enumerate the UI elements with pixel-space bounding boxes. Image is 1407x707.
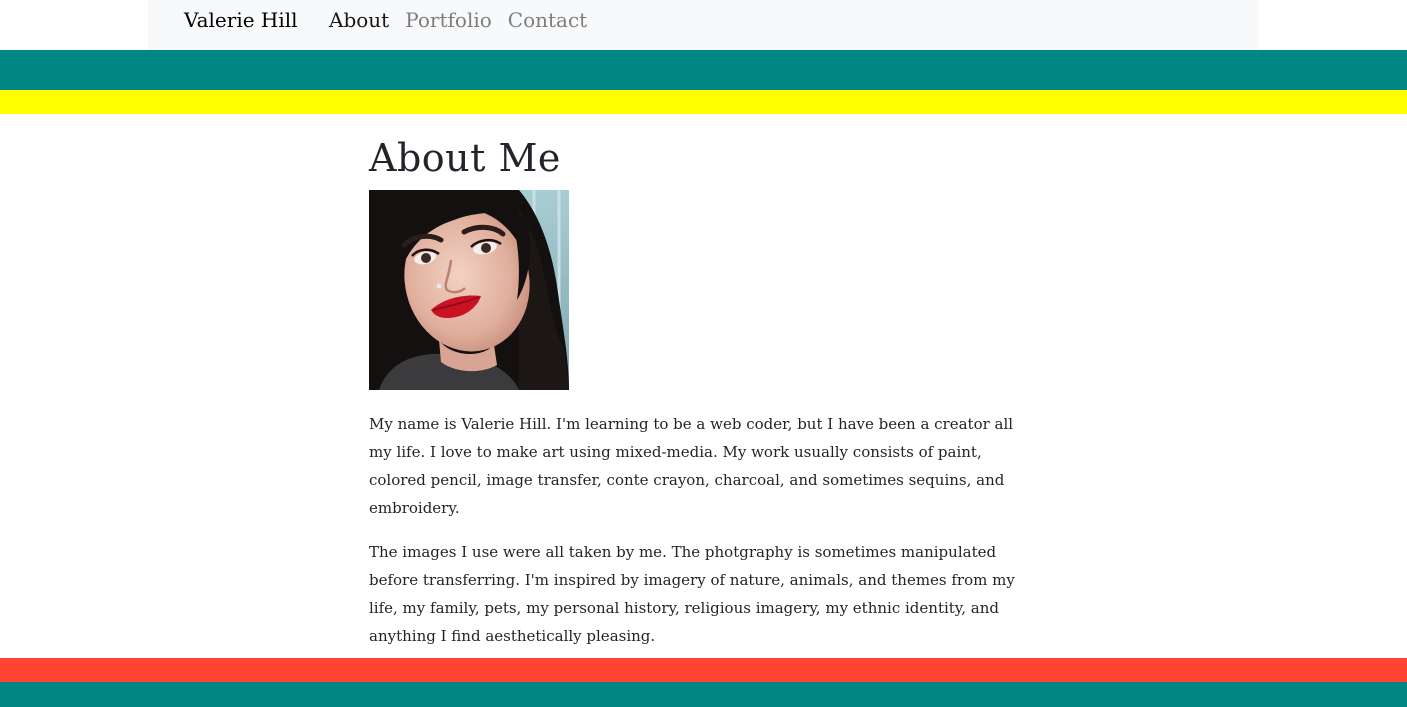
footer-red-stripe xyxy=(0,658,1407,682)
nav-link-about[interactable]: About xyxy=(329,7,389,33)
profile-photo xyxy=(369,190,569,390)
footer-teal-stripe xyxy=(0,682,1407,707)
nav-link-contact[interactable]: Contact xyxy=(508,7,587,33)
brand-link[interactable]: Valerie Hill xyxy=(184,7,298,33)
intro-paragraph: My name is Valerie Hill. I'm learning to… xyxy=(369,415,1014,517)
main-content: About Me My name is Valerie Hill. I'm le… xyxy=(369,132,1034,650)
inspiration-paragraph: The images I use were all taken by me. T… xyxy=(369,543,1015,645)
nav-link-portfolio[interactable]: Portfolio xyxy=(405,7,492,33)
header-teal-stripe xyxy=(0,50,1407,90)
header-yellow-stripe xyxy=(0,90,1407,114)
nav-links: About Portfolio Contact xyxy=(329,7,587,33)
navbar: Valerie Hill About Portfolio Contact xyxy=(148,0,1258,50)
page-title: About Me xyxy=(369,136,561,180)
